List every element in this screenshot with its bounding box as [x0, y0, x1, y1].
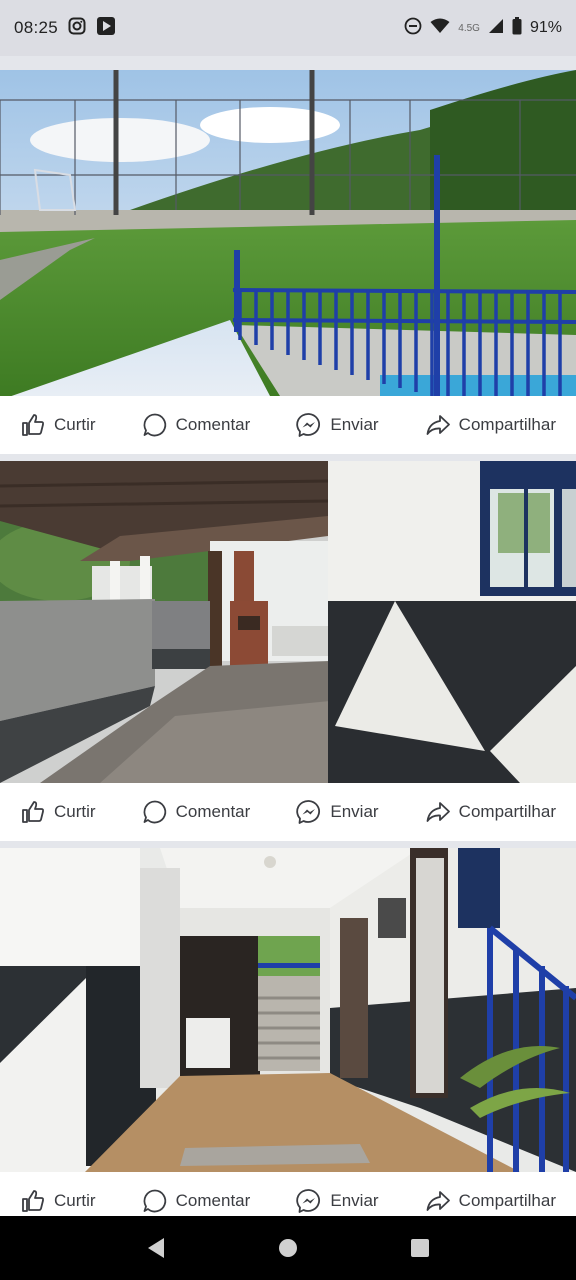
battery-level: 91%: [529, 19, 562, 36]
comment-label: Comentar: [175, 1191, 251, 1210]
play-store-icon: [96, 16, 116, 41]
share-label: Compartilhar: [458, 802, 556, 821]
comment-icon: [143, 413, 166, 437]
feed-divider: [0, 841, 576, 848]
messenger-icon: [296, 1189, 321, 1213]
home-icon: [279, 1239, 297, 1257]
send-label: Enviar: [330, 802, 379, 821]
comment-icon: [143, 800, 166, 824]
feed-divider: [0, 56, 576, 70]
comment-button[interactable]: Comentar: [142, 1188, 251, 1214]
share-label: Compartilhar: [458, 415, 556, 434]
post-actions-1: Curtir Comentar Enviar Compartilhar: [0, 396, 576, 454]
like-label: Curtir: [54, 802, 96, 821]
instagram-icon: [68, 17, 86, 40]
like-label: Curtir: [54, 415, 96, 434]
like-button[interactable]: Curtir: [20, 799, 96, 825]
share-icon: [426, 1191, 450, 1211]
post-actions-2: Curtir Comentar Enviar Compartilhar: [0, 783, 576, 841]
share-button[interactable]: Compartilhar: [425, 799, 556, 825]
like-button[interactable]: Curtir: [20, 1188, 96, 1214]
send-button[interactable]: Enviar: [296, 799, 379, 825]
home-button[interactable]: [264, 1224, 312, 1272]
share-label: Compartilhar: [458, 1191, 556, 1210]
do-not-disturb-icon: [404, 17, 422, 40]
battery-icon: [512, 16, 522, 40]
wifi-icon: [430, 18, 450, 39]
send-label: Enviar: [330, 415, 379, 434]
thumbs-up-icon: [22, 414, 44, 436]
status-bar: 08:25 4.5G 91%: [0, 0, 576, 56]
send-button[interactable]: Enviar: [296, 1188, 379, 1214]
post-photo-1[interactable]: [0, 70, 576, 396]
like-label: Curtir: [54, 1191, 96, 1210]
status-time: 08:25: [14, 18, 59, 37]
share-button[interactable]: Compartilhar: [425, 412, 556, 438]
recents-icon: [411, 1239, 429, 1257]
system-nav-bar: [0, 1216, 576, 1280]
back-icon: [148, 1238, 164, 1258]
share-icon: [426, 802, 450, 822]
recents-button[interactable]: [396, 1224, 444, 1272]
like-button[interactable]: Curtir: [20, 412, 96, 438]
thumbs-up-icon: [22, 1190, 44, 1212]
feed-divider: [0, 454, 576, 461]
photo-icon: [0, 70, 576, 396]
thumbs-up-icon: [22, 801, 44, 823]
photo-icon: [0, 848, 576, 1172]
comment-button[interactable]: Comentar: [142, 799, 251, 825]
send-label: Enviar: [330, 1191, 379, 1210]
post-photo-3[interactable]: [0, 848, 576, 1172]
comment-icon: [143, 1189, 166, 1213]
comment-label: Comentar: [175, 415, 251, 434]
network-type: 4.5G: [458, 22, 480, 34]
comment-label: Comentar: [175, 802, 251, 821]
messenger-icon: [296, 413, 321, 437]
send-button[interactable]: Enviar: [296, 412, 379, 438]
share-icon: [426, 415, 450, 435]
photo-icon: [0, 461, 576, 783]
share-button[interactable]: Compartilhar: [425, 1188, 556, 1214]
comment-button[interactable]: Comentar: [142, 412, 251, 438]
messenger-icon: [296, 800, 321, 824]
signal-icon: [488, 18, 504, 39]
post-photo-2[interactable]: [0, 461, 576, 783]
back-button[interactable]: [132, 1224, 180, 1272]
